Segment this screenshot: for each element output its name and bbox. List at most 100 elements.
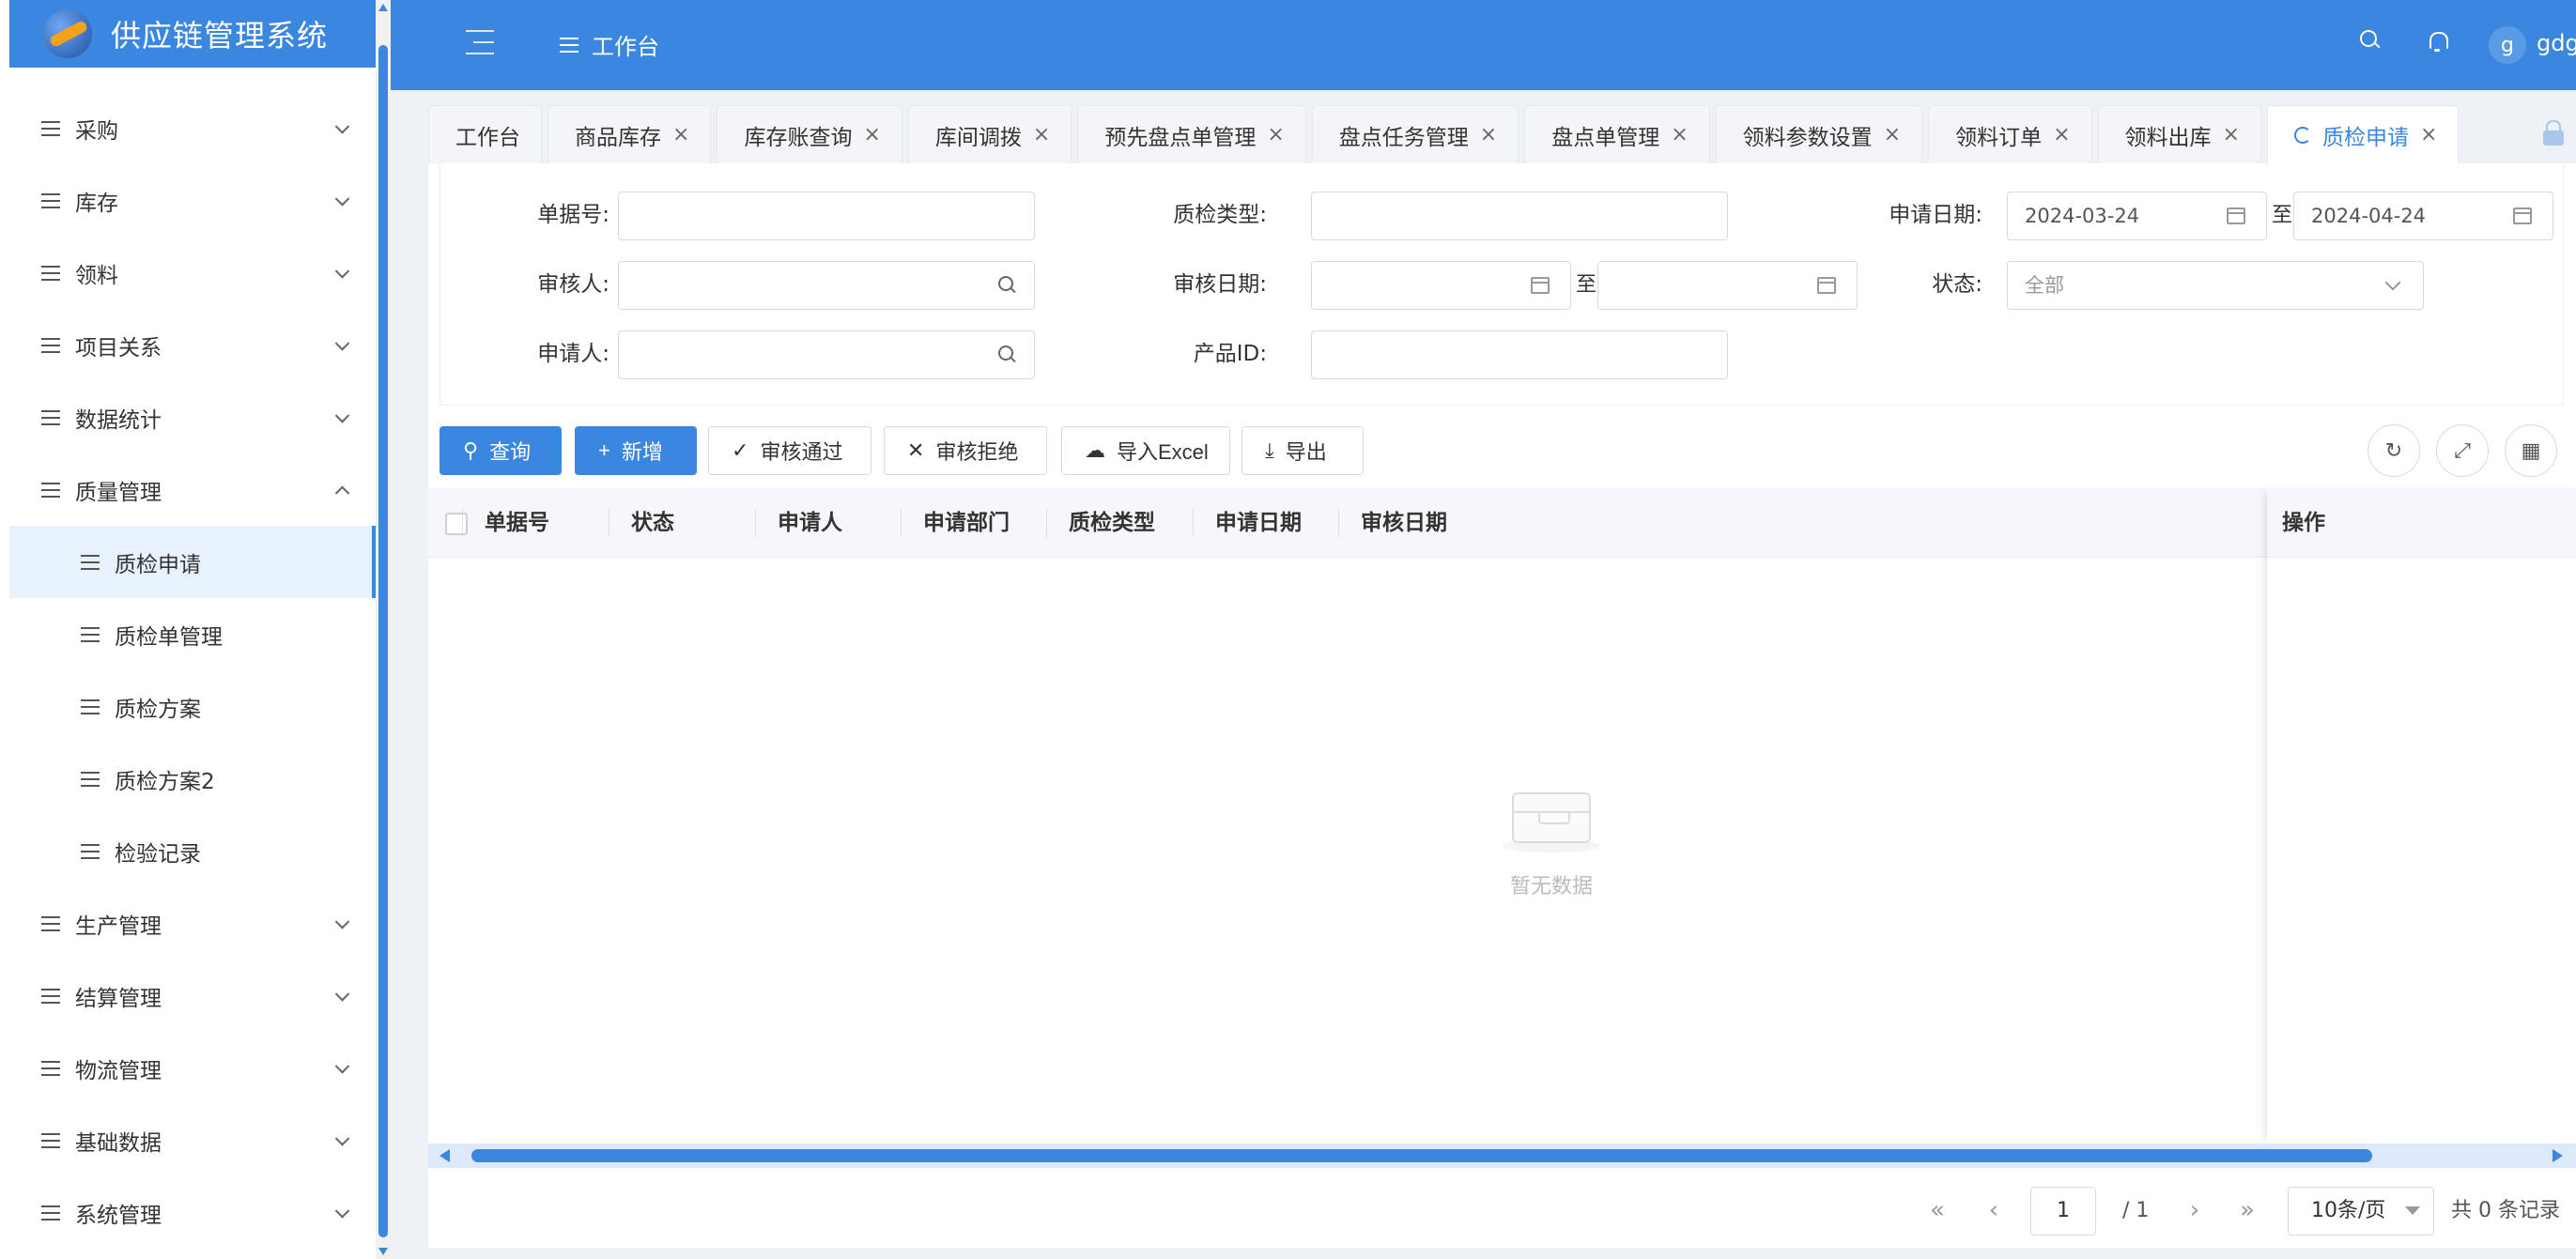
scroll-up-arrow-icon[interactable] (378, 4, 388, 11)
column-divider[interactable] (1193, 509, 1194, 537)
close-icon[interactable]: × (1267, 123, 1284, 146)
column-settings-icon[interactable]: ▦ (2505, 424, 2557, 477)
lock-icon[interactable] (2543, 120, 2564, 146)
close-icon[interactable]: × (863, 123, 880, 146)
sidebar-item[interactable]: 系统管理 (9, 1176, 376, 1249)
fullscreen-icon[interactable]: ⤢ (2436, 424, 2489, 477)
audit-date-to-input[interactable] (1597, 261, 1858, 310)
column-divider[interactable] (1338, 509, 1339, 537)
tab[interactable]: 领料订单 × (1928, 105, 2092, 163)
sidebar-item[interactable]: 领料 (9, 237, 376, 309)
page-number-input[interactable]: 1 (2030, 1187, 2096, 1236)
column-header[interactable]: 申请人 (763, 488, 842, 558)
sidebar-item[interactable]: 基础数据 (9, 1104, 376, 1176)
tab[interactable]: 质检申请 × (2266, 105, 2460, 163)
close-icon[interactable]: × (1671, 123, 1688, 146)
username[interactable]: gdg (2537, 30, 2576, 56)
sidebar-item[interactable]: 项目关系 (9, 309, 376, 381)
column-header[interactable]: 质检类型 (1054, 488, 1155, 558)
column-divider[interactable] (1046, 509, 1047, 537)
scroll-right-arrow-icon[interactable] (2553, 1149, 2563, 1162)
column-divider[interactable] (462, 509, 463, 537)
auditor-input[interactable] (618, 261, 1035, 310)
tab[interactable]: 领料出库 × (2097, 105, 2261, 163)
scroll-down-arrow-icon[interactable] (378, 1248, 388, 1255)
tab[interactable]: 商品库存 × (548, 105, 712, 163)
select-all-checkbox[interactable] (445, 513, 468, 535)
page-size-select[interactable]: 10条/页 (2288, 1187, 2434, 1236)
query-button[interactable]: ⚲ 查询 (440, 426, 562, 475)
sidebar-item[interactable]: 库存 (9, 164, 376, 237)
doc-no-input[interactable] (618, 192, 1035, 240)
close-icon[interactable]: × (1884, 123, 1901, 146)
audit-date-from-input[interactable] (1311, 261, 1571, 310)
sidebar-item[interactable]: 结算管理 (9, 960, 376, 1032)
breadcrumb[interactable]: 工作台 (560, 28, 659, 61)
tab[interactable]: 预先盘点单管理 × (1077, 105, 1306, 163)
add-button[interactable]: + 新增 (575, 426, 697, 475)
sidebar-item[interactable]: 质量管理 (9, 453, 376, 526)
apply-date-label: 申请日期: (1889, 203, 1982, 227)
refresh-icon[interactable]: ↻ (2368, 424, 2420, 477)
approve-button[interactable]: ✓ 审核通过 (708, 426, 872, 475)
column-header[interactable]: 状态 (616, 488, 674, 558)
status-select[interactable]: 全部 (2007, 261, 2424, 310)
tab[interactable]: 领料参数设置 × (1715, 105, 1923, 163)
bell-icon[interactable] (2427, 30, 2448, 53)
collapse-menu-icon[interactable] (466, 30, 494, 54)
close-icon[interactable]: × (1480, 123, 1497, 146)
sidebar-scroll-thumb[interactable] (378, 45, 388, 1237)
export-button[interactable]: ⤓ 导出 (1242, 426, 1364, 475)
sidebar-item[interactable]: 生产管理 (9, 887, 376, 960)
column-header[interactable]: 申请日期 (1200, 488, 1302, 558)
sidebar-item-label: 领料 (75, 263, 118, 288)
applicant-input[interactable] (618, 330, 1035, 379)
tab[interactable]: 工作台 (428, 105, 542, 163)
close-icon[interactable]: × (2053, 123, 2070, 146)
content-panel: 单据号: 质检类型: 申请日期: 2024-03-24 至 2024-04-24… (428, 163, 2576, 1248)
sidebar-item[interactable]: 质检单管理 (9, 598, 376, 670)
import-excel-button[interactable]: ☁ 导入Excel (1061, 426, 1230, 475)
close-icon[interactable]: × (672, 123, 689, 146)
table-horizontal-scrollbar[interactable] (428, 1144, 2576, 1168)
column-header[interactable]: 单据号 (470, 488, 549, 558)
prev-page-icon[interactable]: ‹ (1982, 1198, 2006, 1222)
apply-date-from-input[interactable]: 2024-03-24 (2007, 192, 2267, 240)
last-page-icon[interactable]: » (2235, 1198, 2260, 1222)
product-id-input[interactable] (1311, 330, 1728, 379)
search-icon[interactable] (998, 276, 1017, 295)
close-icon[interactable]: × (2223, 123, 2240, 146)
sidebar-item[interactable]: 采购 (9, 92, 376, 164)
column-header[interactable]: 申请部门 (908, 488, 1010, 558)
column-header[interactable]: 审核日期 (1346, 488, 1447, 558)
sidebar-item[interactable]: 质检申请 (9, 526, 376, 598)
tab[interactable]: 盘点单管理 × (1524, 105, 1710, 163)
apply-date-to-input[interactable]: 2024-04-24 (2293, 192, 2553, 240)
tab[interactable]: 盘点任务管理 × (1311, 105, 1519, 163)
first-page-icon[interactable]: « (1925, 1198, 1950, 1222)
close-icon[interactable]: × (1033, 123, 1050, 146)
sidebar-scrollbar[interactable] (376, 0, 391, 1259)
avatar[interactable]: g (2489, 26, 2526, 64)
qc-type-input[interactable] (1311, 192, 1728, 240)
reject-button[interactable]: ✕ 审核拒绝 (884, 426, 1047, 475)
sidebar-item[interactable]: 质检方案 (9, 670, 376, 743)
next-page-icon[interactable]: › (2183, 1198, 2207, 1222)
scroll-left-arrow-icon[interactable] (440, 1149, 450, 1162)
search-icon[interactable] (998, 345, 1017, 364)
sidebar-item[interactable]: 数据统计 (9, 381, 376, 453)
menu-icon (81, 843, 100, 859)
column-divider[interactable] (901, 509, 902, 537)
chevron-down-icon (334, 263, 350, 279)
search-icon[interactable] (2360, 30, 2381, 51)
sidebar-item[interactable]: 质检方案2 (9, 743, 376, 815)
tab[interactable]: 库间调拨 × (907, 105, 1072, 163)
sidebar-item[interactable]: 物流管理 (9, 1032, 376, 1104)
tab[interactable]: 库存账查询 × (717, 105, 902, 163)
menu-icon (81, 626, 100, 642)
menu-icon (41, 988, 60, 1004)
sidebar-item[interactable]: 检验记录 (9, 815, 376, 887)
column-divider[interactable] (755, 509, 756, 537)
table-scroll-thumb[interactable] (471, 1149, 2372, 1162)
close-icon[interactable]: × (2420, 123, 2437, 146)
